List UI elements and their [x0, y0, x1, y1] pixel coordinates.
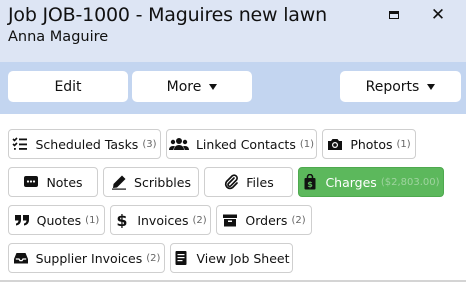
message-icon: [23, 174, 39, 190]
edit-button-label: Edit: [54, 78, 82, 95]
tile-count: (1): [85, 214, 100, 226]
more-button-label: More: [166, 78, 202, 95]
more-button[interactable]: More: [132, 71, 252, 102]
caret-down-icon: [427, 83, 436, 90]
tile-view-job-sheet[interactable]: View Job Sheet: [170, 243, 293, 273]
quote-icon: [14, 212, 30, 228]
box-icon: [222, 212, 238, 228]
shopping-bag-icon: $: [302, 174, 318, 190]
task-list-icon: [12, 136, 28, 152]
tile-quotes[interactable]: Quotes (1): [8, 205, 105, 235]
close-button[interactable]: ✕: [428, 6, 448, 24]
pencil-icon: [111, 174, 127, 190]
dollar-icon: $: [114, 212, 130, 228]
caret-down-icon: [209, 83, 218, 90]
tile-label: Photos: [350, 136, 393, 152]
tile-label: Notes: [46, 174, 83, 190]
reports-button[interactable]: Reports: [340, 71, 461, 102]
tile-count: (1): [299, 138, 315, 150]
tile-label: Charges: [325, 174, 377, 190]
tile-label: Quotes: [36, 212, 82, 228]
tile-photos[interactable]: Photos (1): [322, 129, 416, 159]
tile-linked-contacts[interactable]: Linked Contacts (1): [166, 129, 317, 159]
paperclip-icon: [223, 174, 239, 190]
tile-supplier-invoices[interactable]: Supplier Invoices (2): [8, 243, 165, 273]
tile-count: (2): [146, 252, 161, 264]
tile-label: Scribbles: [134, 174, 191, 190]
tile-label: Linked Contacts: [195, 136, 296, 152]
tile-files[interactable]: Files: [204, 167, 293, 197]
svg-text:$: $: [308, 180, 314, 189]
tile-label: Orders: [245, 212, 288, 228]
users-icon: [168, 136, 189, 152]
window-title: Job JOB-1000 - Maguires new lawn: [8, 4, 327, 26]
tile-scheduled-tasks[interactable]: Scheduled Tasks (3): [8, 129, 161, 159]
svg-text:$: $: [117, 212, 128, 228]
close-icon: ✕: [430, 4, 446, 25]
action-toolbar: Edit More Reports: [0, 62, 466, 114]
edit-button[interactable]: Edit: [8, 71, 128, 102]
tile-count: (2): [192, 214, 207, 226]
camera-icon: [327, 136, 343, 152]
reports-button-label: Reports: [365, 78, 420, 95]
tile-count: (2): [291, 214, 306, 226]
tile-label: Invoices: [137, 212, 189, 228]
tile-count: (1): [396, 138, 411, 150]
tile-label: View Job Sheet: [196, 250, 290, 266]
tile-label: Files: [246, 174, 274, 190]
tile-orders[interactable]: Orders (2): [216, 205, 312, 235]
maximize-icon: [389, 11, 399, 19]
tile-scribbles[interactable]: Scribbles: [103, 167, 199, 197]
tile-count: ($2,803.00): [380, 176, 440, 188]
customer-name: Anna Maguire: [8, 29, 109, 45]
tile-label: Supplier Invoices: [35, 250, 143, 266]
inbox-icon: [13, 250, 29, 266]
tile-label: Scheduled Tasks: [35, 136, 139, 152]
tile-count: (3): [142, 138, 157, 150]
window-header: Job JOB-1000 - Maguires new lawn Anna Ma…: [0, 0, 466, 62]
maximize-button[interactable]: [384, 6, 404, 24]
tile-notes[interactable]: Notes: [8, 167, 98, 197]
document-icon: [173, 250, 189, 266]
tile-charges[interactable]: $ Charges ($2,803.00): [298, 167, 444, 197]
tile-invoices[interactable]: $ Invoices (2): [110, 205, 211, 235]
